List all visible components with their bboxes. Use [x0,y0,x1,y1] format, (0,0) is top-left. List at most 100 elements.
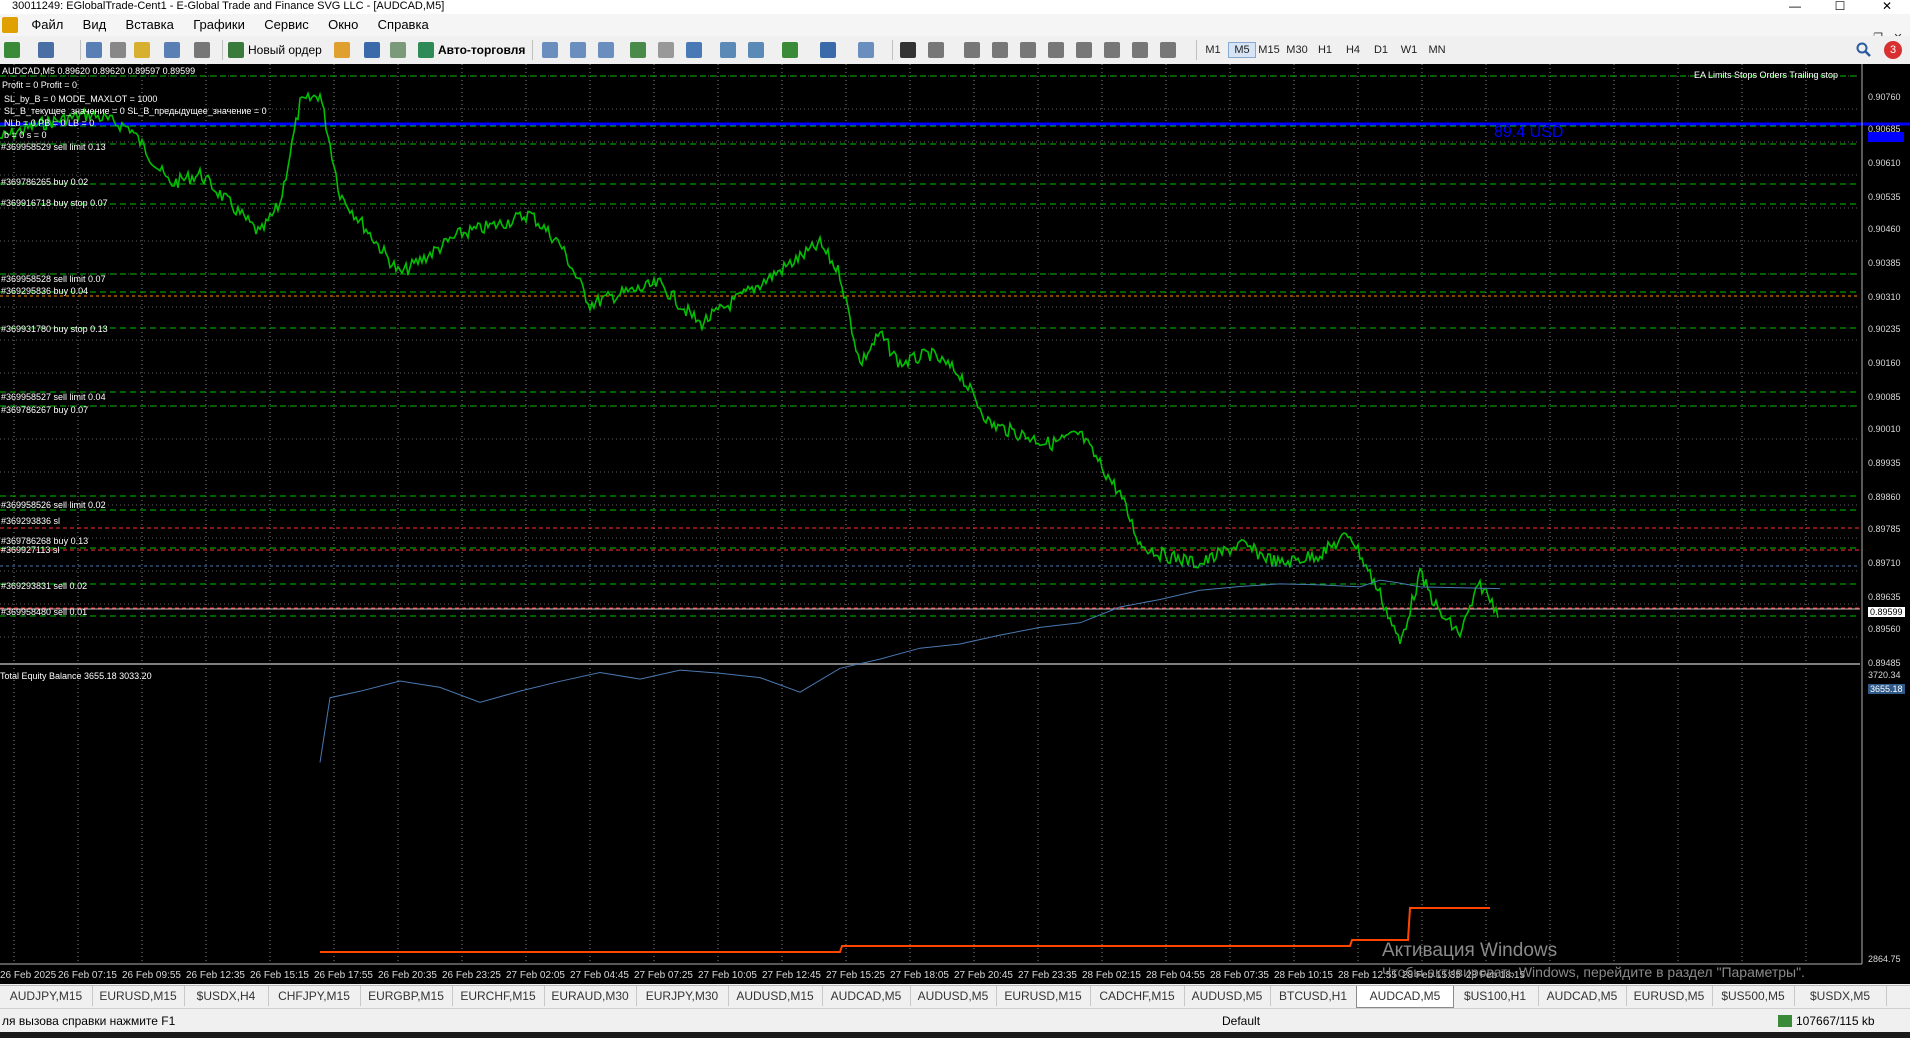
timeframe-h4[interactable]: H4 [1340,42,1366,58]
vertical-line-icon[interactable] [964,42,980,58]
crosshair-icon[interactable] [928,42,944,58]
new-chart-icon[interactable] [4,42,20,58]
chart-tab[interactable]: BTCUSD,H1 [1270,986,1357,1006]
equidistant-channel-icon[interactable] [1048,42,1064,58]
timeframe-m30[interactable]: M30 [1284,42,1310,58]
chart-tab[interactable]: AUDUSD,M5 [910,986,997,1006]
fibonacci-icon[interactable] [1076,42,1092,58]
timeframe-w1[interactable]: W1 [1396,42,1422,58]
text-icon[interactable] [1104,42,1120,58]
timeframe-m1[interactable]: M1 [1200,42,1226,58]
chart-tab[interactable]: AUDCAD,M5 [1538,986,1627,1006]
timeframe-mn[interactable]: MN [1424,42,1450,58]
notification-badge[interactable]: 3 [1884,41,1902,59]
market-icon[interactable] [390,42,406,58]
templates-icon[interactable] [858,42,874,58]
chart-tab[interactable]: EURUSD,M5 [1626,986,1713,1006]
order-label: #369927113 sl [1,545,60,555]
chart-tab[interactable]: EURJPY,M30 [636,986,729,1006]
trendline-icon[interactable] [1020,42,1036,58]
profiles-icon[interactable] [38,42,54,58]
zoom-in-icon[interactable] [630,42,646,58]
time-label: 27 Feb 12:45 [762,970,821,981]
chart-tab[interactable]: AUDCAD,M5 [1356,986,1454,1008]
status-bar: ля вызова справки нажмите F1 Default 107… [0,1008,1910,1033]
new-order-button[interactable]: Новый ордер [248,40,322,60]
info-line: SL_by_B = 0 MODE_MAXLOT = 1000 [4,94,158,104]
chart-shift-icon[interactable] [748,42,764,58]
search-icon[interactable] [1856,42,1872,58]
chart-tab[interactable]: EURGBP,M15 [360,986,453,1006]
toolbar: Новый ордер Авто-торговля M1 M5 M15 M30 … [0,36,1910,65]
status-profile: Default [1222,1014,1261,1028]
market-watch-icon[interactable] [86,42,102,58]
chart-tab[interactable]: $US500,M5 [1712,986,1795,1006]
cursor-icon[interactable] [900,42,916,58]
periods-icon[interactable] [820,42,836,58]
price-tick: 0.90235 [1868,324,1901,334]
terminal-icon[interactable] [164,42,180,58]
chart-tab[interactable]: EURCHF,M15 [452,986,545,1006]
line-chart-icon[interactable] [598,42,614,58]
new-order-icon[interactable] [228,42,244,58]
chart-tab[interactable]: $US100,H1 [1452,986,1539,1006]
price-tick: 0.90610 [1868,158,1901,168]
indicator-top-value: 3720.34 [1868,670,1901,680]
order-label: #369931780 buy stop 0.13 [1,324,108,334]
menu-view[interactable]: Вид [75,14,115,36]
data-window-icon[interactable] [134,42,150,58]
auto-trading-icon[interactable] [418,42,434,58]
menu-window[interactable]: Окно [320,14,366,36]
chart-tab[interactable]: $USDX,M5 [1794,986,1887,1006]
close-button[interactable]: ✕ [1872,0,1902,14]
minimize-button[interactable]: — [1780,0,1810,14]
menu-service[interactable]: Сервис [256,14,317,36]
price-tick: 0.90010 [1868,424,1901,434]
menu-insert[interactable]: Вставка [118,14,182,36]
timeframe-m5[interactable]: M5 [1228,42,1256,58]
signals-icon[interactable] [364,42,380,58]
order-label: #369786265 buy 0.02 [1,177,89,187]
chart-tab[interactable]: CHFJPY,M15 [268,986,361,1006]
timeframe-d1[interactable]: D1 [1368,42,1394,58]
time-label: 27 Feb 10:05 [698,970,757,981]
order-label: #369958528 sell limit 0.07 [1,274,106,284]
metaeditor-icon[interactable] [334,42,350,58]
chart-tab[interactable]: $USDX,H4 [184,986,269,1006]
tester-icon[interactable] [194,42,210,58]
menu-charts[interactable]: Графики [185,14,253,36]
maximize-button[interactable]: ☐ [1825,0,1855,14]
time-label: 27 Feb 20:45 [954,970,1013,981]
chart-tab[interactable]: AUDCAD,M5 [822,986,911,1006]
indicators-icon[interactable] [782,42,798,58]
chart-area[interactable]: AUDCAD,M5 0.89620 0.89620 0.89597 0.8959… [0,64,1910,984]
status-traffic: 107667/115 kb [1796,1014,1875,1028]
zoom-out-icon[interactable] [658,42,674,58]
timeframe-m15[interactable]: M15 [1256,42,1282,58]
chart-tab[interactable]: AUDUSD,M15 [728,986,823,1006]
auto-trading-button[interactable]: Авто-торговля [438,40,525,60]
order-label: #369786267 buy 0.07 [1,405,89,415]
chart-tab[interactable]: EURAUD,M30 [544,986,637,1006]
navigator-icon[interactable] [110,42,126,58]
separator [532,40,533,60]
chart-canvas[interactable] [0,64,1910,984]
tile-windows-icon[interactable] [686,42,702,58]
text-label-icon[interactable] [1132,42,1148,58]
chart-tab[interactable]: AUDUSD,M5 [1184,986,1271,1006]
separator [80,40,81,60]
indicator-value-tag: 3655.18 [1868,684,1905,694]
chart-tab[interactable]: AUDJPY,M15 [0,986,93,1006]
menu-file[interactable]: Файл [23,14,71,36]
arrows-icon[interactable] [1160,42,1176,58]
candles-icon[interactable] [570,42,586,58]
chart-tab[interactable]: EURUSD,M15 [92,986,185,1006]
chart-tab[interactable]: EURUSD,M15 [996,986,1091,1006]
horizontal-line-icon[interactable] [992,42,1008,58]
chart-tab[interactable]: CADCHF,M15 [1090,986,1185,1006]
bar-chart-icon[interactable] [542,42,558,58]
autoscroll-icon[interactable] [720,42,736,58]
menu-help[interactable]: Справка [370,14,437,36]
timeframe-h1[interactable]: H1 [1312,42,1338,58]
order-label: #369958527 sell limit 0.04 [1,392,106,402]
